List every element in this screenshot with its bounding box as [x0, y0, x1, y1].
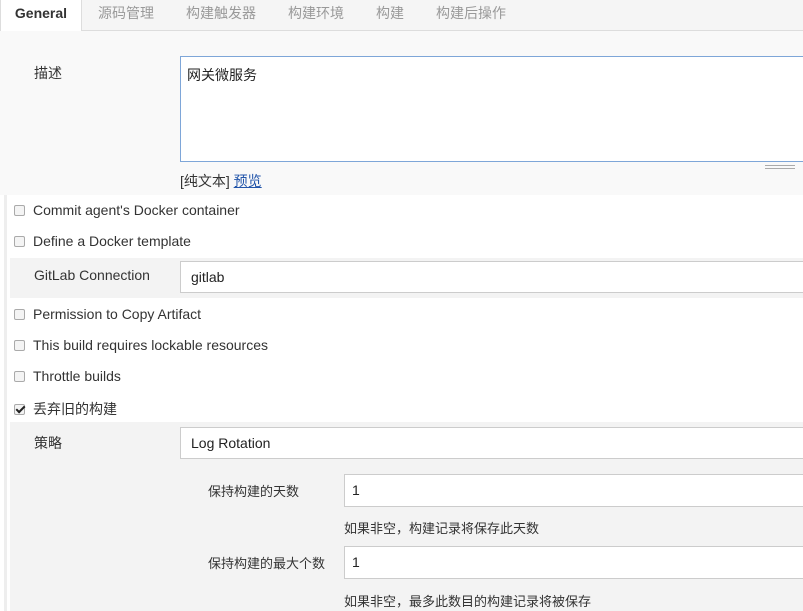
- days-to-keep-input[interactable]: 1: [344, 474, 803, 507]
- throttle-builds-label: Throttle builds: [33, 368, 121, 384]
- option-discard-old-builds[interactable]: 丢弃旧的构建: [14, 399, 117, 419]
- option-permission-copy[interactable]: Permission to Copy Artifact: [14, 306, 201, 322]
- permission-copy-checkbox[interactable]: [14, 309, 25, 320]
- plain-text-label: [纯文本]: [180, 173, 230, 189]
- tab-general[interactable]: General: [0, 0, 82, 31]
- option-lockable-resources[interactable]: This build requires lockable resources: [14, 337, 268, 353]
- option-define-docker[interactable]: Define a Docker template: [14, 233, 191, 249]
- config-tab-bar: General 源码管理 构建触发器 构建环境 构建 构建后操作: [0, 0, 803, 31]
- permission-copy-label: Permission to Copy Artifact: [33, 306, 202, 322]
- tab-source-control[interactable]: 源码管理: [98, 0, 154, 30]
- max-builds-help: 如果非空，最多此数目的构建记录将被保存: [344, 594, 592, 609]
- preview-link[interactable]: 预览: [234, 173, 262, 189]
- description-format-row: [纯文本] 预览: [180, 171, 262, 191]
- description-textarea[interactable]: 网关微服务: [180, 56, 803, 162]
- gitlab-connection-select[interactable]: gitlab: [180, 261, 803, 293]
- tab-post-build[interactable]: 构建后操作: [436, 0, 506, 30]
- description-label: 描述: [34, 65, 62, 81]
- lockable-resources-label: This build requires lockable resources: [33, 337, 268, 353]
- days-to-keep-label: 保持构建的天数: [208, 484, 300, 499]
- tab-build-triggers[interactable]: 构建触发器: [186, 0, 256, 30]
- strategy-label: 策略: [34, 435, 62, 451]
- textarea-resize-handle[interactable]: [765, 165, 795, 169]
- gitlab-connection-label: GitLab Connection: [34, 267, 150, 283]
- max-builds-input[interactable]: 1: [344, 546, 803, 579]
- option-commit-docker[interactable]: Commit agent's Docker container: [14, 202, 240, 218]
- strategy-select[interactable]: Log Rotation: [180, 427, 803, 459]
- commit-docker-checkbox[interactable]: [14, 205, 25, 216]
- define-docker-checkbox[interactable]: [14, 236, 25, 247]
- tab-build[interactable]: 构建: [376, 0, 404, 30]
- days-to-keep-help: 如果非空，构建记录将保存此天数: [344, 521, 540, 536]
- define-docker-label: Define a Docker template: [33, 233, 191, 249]
- max-builds-label: 保持构建的最大个数: [208, 556, 326, 571]
- section-left-rule: [4, 195, 7, 611]
- option-throttle-builds[interactable]: Throttle builds: [14, 368, 121, 384]
- lockable-resources-checkbox[interactable]: [14, 340, 25, 351]
- discard-old-builds-label: 丢弃旧的构建: [33, 401, 117, 417]
- tab-build-environment[interactable]: 构建环境: [288, 0, 344, 30]
- throttle-builds-checkbox[interactable]: [14, 371, 25, 382]
- commit-docker-label: Commit agent's Docker container: [33, 202, 240, 218]
- discard-old-builds-checkbox[interactable]: [14, 404, 25, 415]
